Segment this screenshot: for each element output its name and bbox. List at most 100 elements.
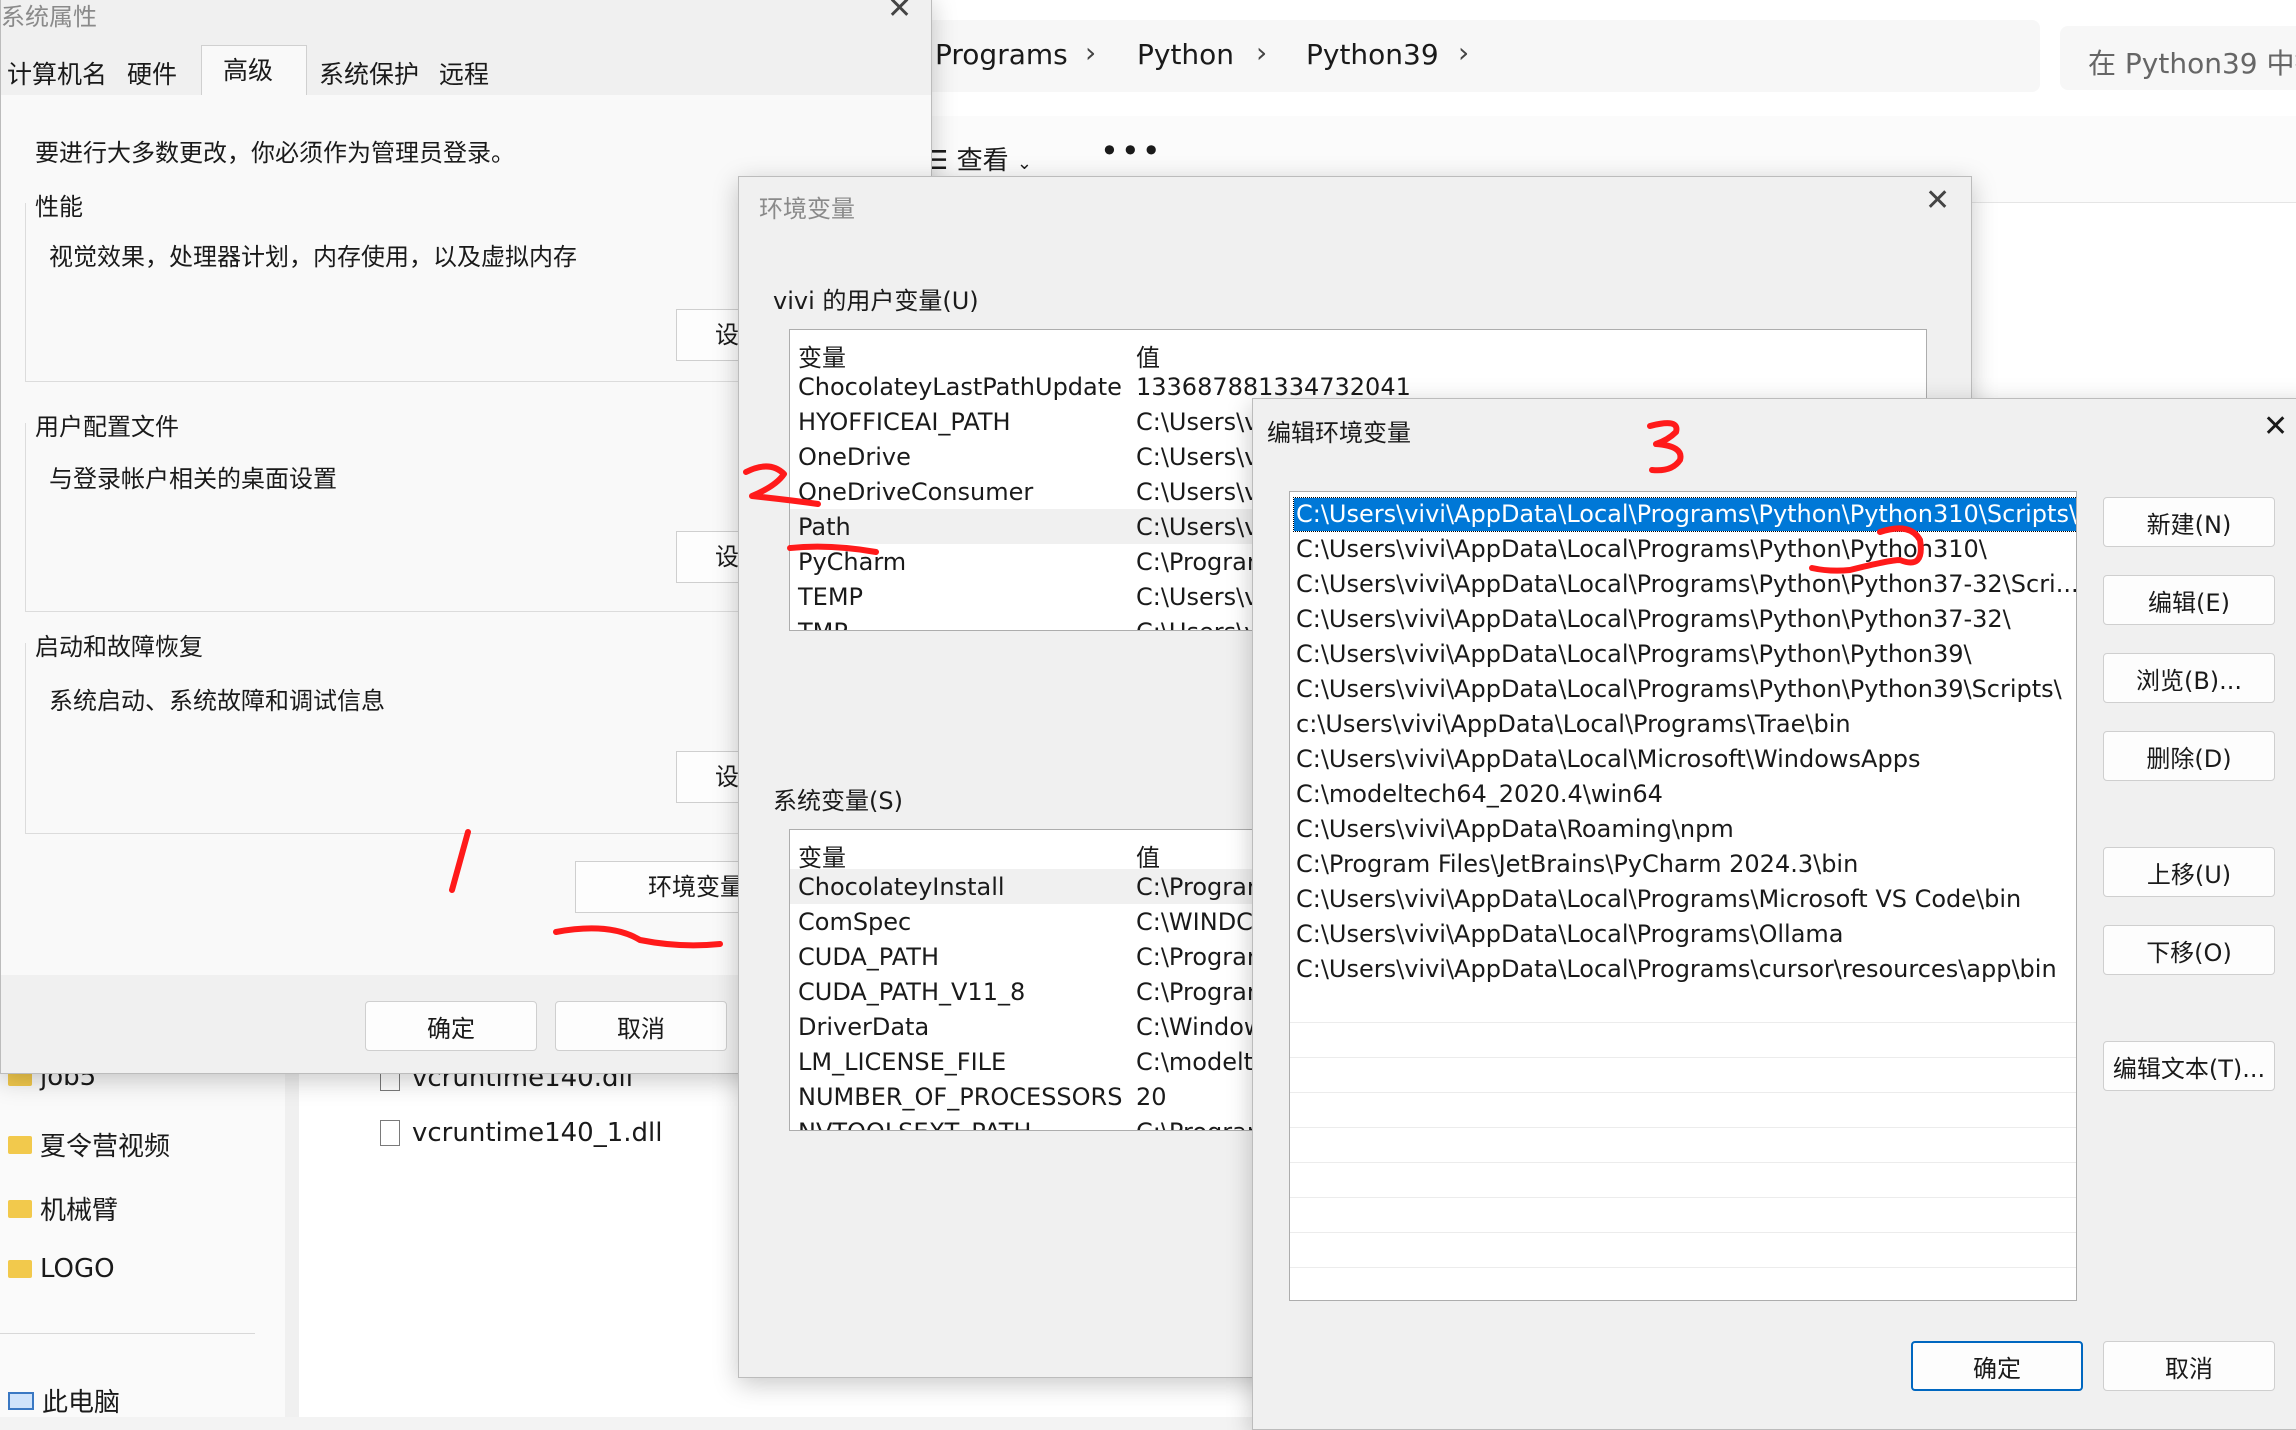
list-header: 变量 值 xyxy=(790,334,1926,372)
file-name: vcruntime140_1.dll xyxy=(412,1118,663,1148)
edit-button[interactable]: 编辑(E) xyxy=(2103,575,2275,625)
list-item[interactable]: C:\Users\vivi\AppData\Local\Programs\Oll… xyxy=(1294,918,1844,951)
nav-divider xyxy=(0,1333,255,1334)
variable-value: C:\Users\v xyxy=(1136,408,1259,436)
delete-button[interactable]: 删除(D) xyxy=(2103,731,2275,781)
navigation-pane xyxy=(0,1070,286,1417)
system-variables-heading: 系统变量(S) xyxy=(773,787,903,815)
list-item[interactable]: C:\Users\vivi\AppData\Local\Programs\Pyt… xyxy=(1294,638,1972,671)
column-header-variable[interactable]: 变量 xyxy=(798,338,846,373)
close-icon[interactable]: ✕ xyxy=(887,0,912,26)
tab-remote[interactable]: 远程 xyxy=(439,55,489,91)
breadcrumb-python[interactable]: Python xyxy=(1137,38,1234,71)
column-header-value[interactable]: 值 xyxy=(1136,838,1160,873)
breadcrumb-python39[interactable]: Python39 xyxy=(1306,38,1439,71)
nav-item-summer-camp[interactable]: 夏令营视频 xyxy=(8,1126,170,1163)
environment-variables-button[interactable]: 环境变量 xyxy=(575,861,745,913)
list-item[interactable]: C:\Users\vivi\AppData\Local\Microsoft\Wi… xyxy=(1294,743,1920,776)
variable-value: C:\WINDC xyxy=(1136,908,1253,936)
tab-system-protection[interactable]: 系统保护 xyxy=(319,55,419,91)
tab-advanced[interactable]: 高级 xyxy=(223,51,273,87)
list-item[interactable]: c:\Users\vivi\AppData\Local\Programs\Tra… xyxy=(1294,708,1851,741)
folder-icon xyxy=(8,1135,32,1154)
nav-item-this-pc[interactable]: 此电脑 xyxy=(8,1382,120,1419)
list-item[interactable]: C:\modeltech64_2020.4\win64 xyxy=(1294,778,1663,811)
variable-value: C:\Users\v xyxy=(1136,618,1258,630)
ok-button[interactable]: 确定 xyxy=(365,1001,537,1051)
variable-name: LM_LICENSE_FILE xyxy=(798,1048,1007,1076)
variable-value: C:\Progran xyxy=(1136,943,1263,971)
list-item[interactable]: C:\Users\vivi\AppData\Local\Programs\Pyt… xyxy=(1294,568,2076,601)
variable-value: C:\Progran xyxy=(1136,978,1263,1006)
variable-name: HYOFFICEAI_PATH xyxy=(798,408,1011,436)
tab-hardware[interactable]: 硬件 xyxy=(127,55,177,91)
variable-value: C:\Progran xyxy=(1136,1118,1262,1130)
variable-name: ComSpec xyxy=(798,908,912,936)
column-header-variable[interactable]: 变量 xyxy=(798,838,846,873)
path-entries-list[interactable]: C:\Users\vivi\AppData\Local\Programs\Pyt… xyxy=(1289,491,2077,1301)
list-item[interactable]: C:\Users\vivi\AppData\Local\Programs\Pyt… xyxy=(1294,673,2062,706)
close-icon[interactable]: ✕ xyxy=(1925,183,1950,218)
edit-text-button[interactable]: 编辑文本(T)... xyxy=(2103,1041,2275,1091)
row-divider xyxy=(1290,1232,2076,1233)
nav-item-robot-arm[interactable]: 机械臂 xyxy=(8,1190,118,1227)
tab-computer-name[interactable]: 计算机名 xyxy=(7,55,107,91)
row-divider xyxy=(1290,1162,2076,1163)
view-button[interactable]: ☰ 查看 ⌄ xyxy=(925,140,1032,177)
edit-environment-variable-dialog: 编辑环境变量 ✕ C:\Users\vivi\AppData\Local\Pro… xyxy=(1252,398,2296,1430)
cancel-button[interactable]: 取消 xyxy=(555,1001,727,1051)
dialog-title: 编辑环境变量 xyxy=(1267,419,1411,447)
variable-value: 133687881334732041 xyxy=(1136,373,1411,401)
nav-item-label: LOGO xyxy=(40,1254,115,1284)
chevron-right-icon: › xyxy=(1256,36,1268,69)
variable-name: ChocolateyLastPathUpdate xyxy=(798,373,1122,401)
search-placeholder: 在 Python39 中搜 xyxy=(2088,47,2296,80)
more-options-button[interactable]: ••• xyxy=(1100,132,1163,170)
row-divider xyxy=(1290,1267,2076,1268)
performance-description: 视觉效果，处理器计划，内存使用，以及虚拟内存 xyxy=(49,243,577,271)
cancel-button[interactable]: 取消 xyxy=(2103,1341,2275,1391)
nav-item-label: 此电脑 xyxy=(42,1388,121,1418)
chevron-down-icon: ⌄ xyxy=(1016,153,1032,174)
dll-file-icon xyxy=(380,1120,400,1146)
variable-value: C:\Users\v xyxy=(1136,513,1259,541)
user-profiles-group xyxy=(25,423,747,612)
list-item[interactable]: C:\Program Files\JetBrains\PyCharm 2024.… xyxy=(1294,848,1858,881)
file-row[interactable]: vcruntime140_1.dll xyxy=(380,1118,662,1148)
list-item[interactable]: C:\Users\vivi\AppData\Local\Programs\cur… xyxy=(1294,953,2057,986)
startup-recovery-group xyxy=(25,643,747,834)
list-item-selected[interactable]: C:\Users\vivi\AppData\Local\Programs\Pyt… xyxy=(1292,497,2076,532)
variable-name: NUMBER_OF_PROCESSORS xyxy=(798,1083,1123,1111)
list-item[interactable]: C:\Users\vivi\AppData\Local\Programs\Pyt… xyxy=(1294,603,2011,636)
breadcrumb-programs[interactable]: Programs xyxy=(935,38,1068,71)
column-header-value[interactable]: 值 xyxy=(1136,338,1160,373)
nav-item-label: 夏令营视频 xyxy=(40,1132,171,1162)
nav-item-logo[interactable]: LOGO xyxy=(8,1254,115,1284)
row-divider xyxy=(1290,1197,2076,1198)
list-item[interactable]: C:\Users\vivi\AppData\Local\Programs\Mic… xyxy=(1294,883,2021,916)
variable-value: C:\Users\v xyxy=(1136,583,1259,611)
variable-value: C:\Window xyxy=(1136,1013,1264,1041)
startup-recovery-description: 系统启动、系统故障和调试信息 xyxy=(49,687,385,715)
address-bar[interactable] xyxy=(900,20,2040,92)
variable-name: Path xyxy=(798,513,851,541)
list-item[interactable]: C:\Users\vivi\AppData\Local\Programs\Pyt… xyxy=(1294,533,1987,566)
row-divider xyxy=(1290,1092,2076,1093)
browse-button[interactable]: 浏览(B)... xyxy=(2103,653,2275,703)
ok-button[interactable]: 确定 xyxy=(1911,1341,2083,1391)
dialog-title: 系统属性 xyxy=(1,3,97,31)
computer-icon xyxy=(8,1391,34,1410)
move-down-button[interactable]: 下移(O) xyxy=(2103,925,2275,975)
variable-value: C:\modelte xyxy=(1136,1048,1268,1076)
list-item[interactable]: C:\Users\vivi\AppData\Roaming\npm xyxy=(1294,813,1734,846)
chevron-right-icon: › xyxy=(1458,36,1470,69)
folder-icon xyxy=(8,1260,32,1278)
variable-name: DriverData xyxy=(798,1013,930,1041)
move-up-button[interactable]: 上移(U) xyxy=(2103,847,2275,897)
variable-value: C:\Progran xyxy=(1136,873,1263,901)
nav-scrollbar[interactable] xyxy=(285,1070,299,1417)
new-button[interactable]: 新建(N) xyxy=(2103,497,2275,547)
row-divider xyxy=(1290,1022,2076,1023)
admin-notice: 要进行大多数更改，你必须作为管理员登录。 xyxy=(35,139,515,167)
close-icon[interactable]: ✕ xyxy=(2263,409,2288,444)
